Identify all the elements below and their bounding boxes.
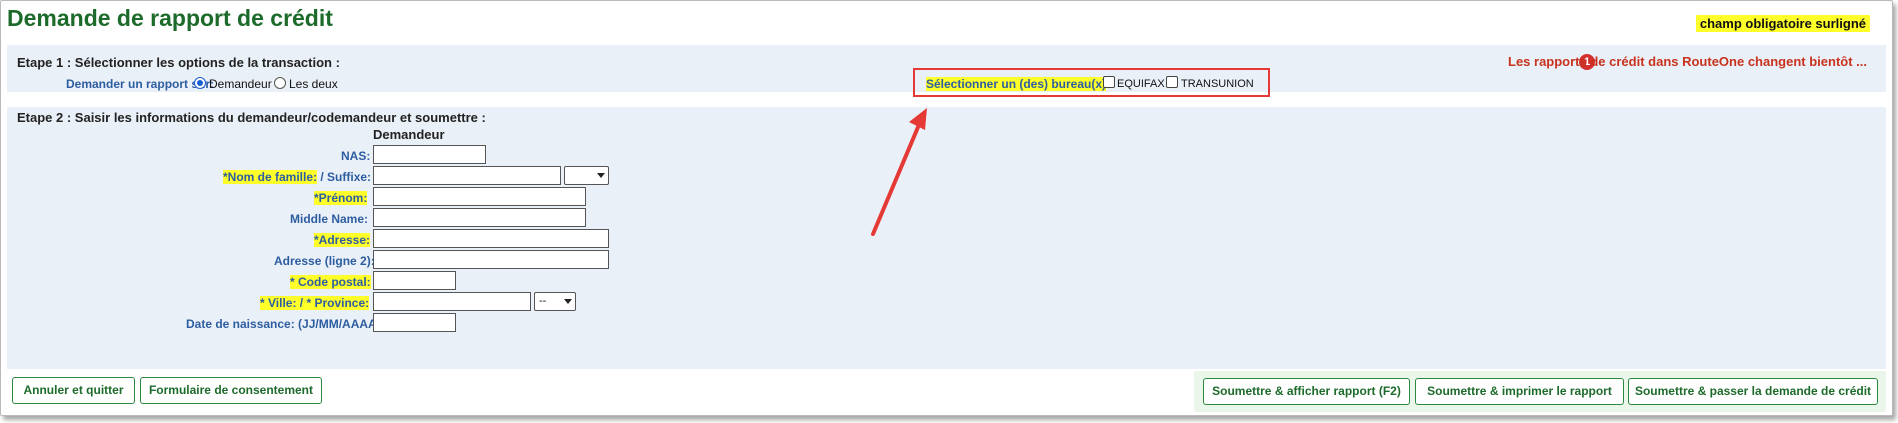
address2-input[interactable] <box>373 250 609 269</box>
annotation-arrow-icon <box>871 108 927 236</box>
nas-label: NAS: <box>341 149 371 163</box>
first-name-label: *Prénom: <box>314 191 368 205</box>
applicant-column-header: Demandeur <box>373 127 445 142</box>
page-title: Demande de rapport de crédit <box>7 5 333 31</box>
birth-date-label: Date de naissance: (JJ/MM/AAAA) <box>186 317 381 331</box>
province-select[interactable]: -- <box>534 292 576 311</box>
middle-name-label: Middle Name: <box>290 212 369 226</box>
last-name-input[interactable] <box>373 166 561 185</box>
step2-label: Etape 2 : Saisir les informations du dem… <box>17 110 486 125</box>
chevron-down-icon <box>564 299 572 304</box>
last-name-required-label: *Nom de famille: <box>223 170 318 184</box>
chevron-down-icon <box>597 173 605 178</box>
birth-date-input[interactable] <box>373 313 456 332</box>
equifax-label: EQUIFAX <box>1117 78 1165 90</box>
city-province-label: * Ville: / * Province: <box>260 296 370 310</box>
address-input[interactable] <box>373 229 609 248</box>
credit-report-notice-link[interactable]: Les rapports de crédit dans RouteOne cha… <box>1508 54 1867 69</box>
address-required-label: *Adresse: <box>314 233 371 247</box>
request-on-label: Demander un rapport sur: <box>66 77 215 91</box>
required-field-legend: champ obligatoire surligné <box>1695 15 1870 32</box>
submit-view-report-button[interactable]: Soumettre & afficher rapport (F2) <box>1203 378 1410 405</box>
step1-label: Etape 1 : Sélectionner les options de la… <box>17 55 340 70</box>
submit-credit-application-button[interactable]: Soumettre & passer la demande de crédit <box>1628 378 1878 405</box>
bureau-label: Sélectionner un (des) bureau(x) <box>926 77 1107 91</box>
credit-report-window: Demande de rapport de crédit champ oblig… <box>0 0 1893 416</box>
city-province-required-label: * Ville: / * Province: <box>260 296 370 310</box>
cancel-quit-button[interactable]: Annuler et quitter <box>12 377 135 404</box>
consent-form-button[interactable]: Formulaire de consentement <box>140 377 322 404</box>
postal-code-label: * Code postal: <box>290 275 371 289</box>
first-name-required-label: *Prénom: <box>314 191 368 205</box>
suffix-label: / Suffixe: <box>317 170 372 184</box>
address-label: *Adresse: <box>314 233 371 247</box>
address2-label: Adresse (ligne 2): <box>274 254 375 268</box>
equifax-checkbox[interactable] <box>1103 76 1115 88</box>
nas-input[interactable] <box>373 145 486 164</box>
postal-code-required-label: * Code postal: <box>290 275 371 289</box>
city-input[interactable] <box>373 292 531 311</box>
radio-les-deux[interactable] <box>274 77 286 89</box>
radio-demandeur[interactable] <box>194 77 206 89</box>
suffix-select[interactable] <box>564 166 609 185</box>
radio-les-deux-label: Les deux <box>289 77 338 91</box>
postal-code-input[interactable] <box>373 271 456 290</box>
transunion-checkbox[interactable] <box>1166 76 1178 88</box>
first-name-input[interactable] <box>373 187 586 206</box>
last-name-label: *Nom de famille: / Suffixe: <box>223 170 371 184</box>
transunion-label: TRANSUNION <box>1181 78 1254 90</box>
submit-print-report-button[interactable]: Soumettre & imprimer le rapport <box>1415 378 1624 405</box>
radio-demandeur-label: Demandeur <box>209 77 272 91</box>
middle-name-input[interactable] <box>373 208 586 227</box>
